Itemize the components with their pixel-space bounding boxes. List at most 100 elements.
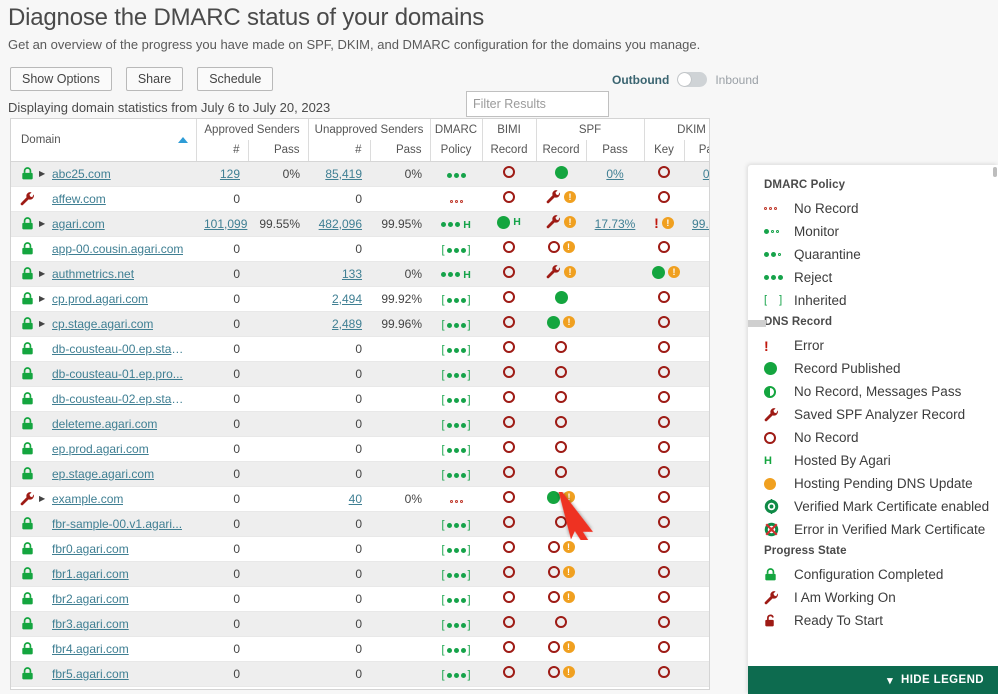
unapproved-senders-link[interactable]: 40 bbox=[349, 492, 362, 506]
table-cell-domain[interactable]: ▶ep.stage.agari.com bbox=[11, 461, 196, 487]
dkim-pass-link[interactable]: 99.52% bbox=[692, 217, 709, 231]
unapproved-senders-link[interactable]: 133 bbox=[342, 267, 362, 281]
col-header-bimi[interactable]: BIMI bbox=[482, 119, 537, 140]
table-cell-unapproved-count[interactable]: 482,096 bbox=[308, 211, 371, 237]
col-subheader-dmarc-policy[interactable]: Policy bbox=[430, 140, 483, 162]
col-header-domain[interactable]: Domain bbox=[11, 119, 197, 162]
table-cell-dkim-pass[interactable]: 0% bbox=[684, 161, 709, 187]
table-cell-domain[interactable]: ▶fbr0.agari.com bbox=[11, 536, 196, 562]
col-subheader-approved-count[interactable]: # bbox=[196, 140, 249, 162]
domain-link[interactable]: fbr0.agari.com bbox=[52, 542, 129, 556]
expand-row-icon[interactable]: ▶ bbox=[39, 269, 48, 278]
table-row[interactable]: ▶db-cousteau-02.ep.stag...00[] bbox=[11, 386, 709, 412]
domain-link[interactable]: fbr2.agari.com bbox=[52, 592, 129, 606]
unapproved-senders-link[interactable]: 2,489 bbox=[332, 317, 362, 331]
toggle-switch[interactable] bbox=[677, 72, 708, 87]
scrollbar-thumb[interactable] bbox=[993, 167, 997, 177]
table-row[interactable]: ▶ abc25.com 129 0% 85,419 0% 0% 0% bbox=[11, 161, 709, 187]
filter-results-input[interactable] bbox=[466, 91, 609, 117]
table-row[interactable]: ▶db-cousteau-00.ep.stag...00[] bbox=[11, 336, 709, 362]
expand-row-icon[interactable]: ▶ bbox=[39, 494, 48, 503]
table-cell-domain[interactable]: ▶db-cousteau-02.ep.stag... bbox=[11, 386, 196, 412]
expand-row-icon[interactable]: ▶ bbox=[39, 294, 48, 303]
schedule-button[interactable]: Schedule bbox=[197, 67, 274, 91]
legend-horizontal-scrollbar[interactable] bbox=[748, 320, 998, 328]
table-row[interactable]: ▶ep.prod.agari.com00[] bbox=[11, 436, 709, 462]
unapproved-senders-link[interactable]: 2,494 bbox=[332, 292, 362, 306]
table-row[interactable]: ▶ep.stage.agari.com00[] bbox=[11, 461, 709, 487]
domain-link[interactable]: fbr-sample-00.v1.agari... bbox=[52, 517, 182, 531]
col-header-approved-senders[interactable]: Approved Senders bbox=[196, 119, 309, 140]
domain-link[interactable]: cp.stage.agari.com bbox=[52, 317, 153, 331]
col-header-unapproved-senders[interactable]: Unapproved Senders bbox=[308, 119, 431, 140]
table-row[interactable]: ▶ cp.stage.agari.com 0 2,489 99.96% []! bbox=[11, 311, 709, 337]
table-row[interactable]: ▶ authmetrics.net 0 133 0% H!! bbox=[11, 261, 709, 287]
dkim-pass-link[interactable]: 0% bbox=[703, 167, 709, 181]
domain-link[interactable]: deleteme.agari.com bbox=[52, 417, 157, 431]
table-cell-domain[interactable]: ▶db-cousteau-00.ep.stag... bbox=[11, 336, 196, 362]
domain-link[interactable]: app-00.cousin.agari.com bbox=[52, 242, 183, 256]
table-row[interactable]: ▶fbr5.agari.com00[]! bbox=[11, 661, 709, 687]
col-header-spf[interactable]: SPF bbox=[536, 119, 645, 140]
col-subheader-spf-pass[interactable]: Pass bbox=[586, 140, 645, 162]
table-cell-domain[interactable]: ▶ abc25.com bbox=[11, 161, 196, 187]
table-row[interactable]: ▶fbr-sample-00.v1.agari...00[] bbox=[11, 511, 709, 537]
share-button[interactable]: Share bbox=[125, 67, 184, 91]
col-header-dmarc[interactable]: DMARC bbox=[430, 119, 483, 140]
domain-link[interactable]: db-cousteau-02.ep.stag... bbox=[52, 392, 188, 406]
table-cell-domain[interactable]: ▶ example.com bbox=[11, 486, 196, 512]
domain-link[interactable]: cp.prod.agari.com bbox=[52, 292, 148, 306]
col-subheader-bimi-record[interactable]: Record bbox=[482, 140, 537, 162]
spf-pass-link[interactable]: 0% bbox=[606, 167, 623, 181]
table-cell-unapproved-count[interactable]: 40 bbox=[308, 486, 371, 512]
table-cell-unapproved-count[interactable]: 2,494 bbox=[308, 286, 371, 312]
table-cell-spf-pass[interactable]: 0% bbox=[586, 161, 645, 187]
expand-row-icon[interactable]: ▶ bbox=[39, 219, 48, 228]
col-header-dkim[interactable]: DKIM bbox=[644, 119, 709, 140]
col-subheader-unapproved-pass[interactable]: Pass bbox=[370, 140, 431, 162]
col-subheader-approved-pass[interactable]: Pass bbox=[248, 140, 309, 162]
table-cell-domain[interactable]: ▶ cp.prod.agari.com bbox=[11, 286, 196, 312]
domain-link[interactable]: authmetrics.net bbox=[52, 267, 134, 281]
table-cell-domain[interactable]: ▶fbr-sample-00.v1.agari... bbox=[11, 511, 196, 537]
table-cell-domain[interactable]: ▶ agari.com bbox=[11, 211, 196, 237]
col-subheader-unapproved-count[interactable]: # bbox=[308, 140, 371, 162]
expand-row-icon[interactable]: ▶ bbox=[39, 319, 48, 328]
table-row[interactable]: ▶fbr0.agari.com00[]! bbox=[11, 536, 709, 562]
approved-senders-link[interactable]: 101,099 bbox=[204, 217, 247, 231]
table-cell-domain[interactable]: ▶fbr2.agari.com bbox=[11, 586, 196, 612]
domain-link[interactable]: fbr3.agari.com bbox=[52, 617, 129, 631]
table-row[interactable]: ▶affew.com00! bbox=[11, 186, 709, 212]
table-row[interactable]: ▶deleteme.agari.com00[] bbox=[11, 411, 709, 437]
table-row[interactable]: ▶fbr3.agari.com00[] bbox=[11, 611, 709, 637]
table-cell-unapproved-count[interactable]: 133 bbox=[308, 261, 371, 287]
direction-toggle[interactable]: Outbound Inbound bbox=[612, 72, 759, 87]
table-cell-domain[interactable]: ▶fbr5.agari.com bbox=[11, 661, 196, 687]
table-row[interactable]: ▶ agari.com 101,099 99.55% 482,096 99.95% H H! 1… bbox=[11, 211, 709, 237]
table-cell-domain[interactable]: ▶ cp.stage.agari.com bbox=[11, 311, 196, 337]
col-subheader-dkim-pass[interactable]: Pass bbox=[684, 140, 709, 162]
table-row[interactable]: ▶app-00.cousin.agari.com00[]! bbox=[11, 236, 709, 262]
table-cell-domain[interactable]: ▶ep.prod.agari.com bbox=[11, 436, 196, 462]
table-row[interactable]: ▶fbr2.agari.com00[]! bbox=[11, 586, 709, 612]
domain-link[interactable]: affew.com bbox=[52, 192, 106, 206]
table-cell-domain[interactable]: ▶db-cousteau-01.ep.pro... bbox=[11, 361, 196, 387]
domain-link[interactable]: abc25.com bbox=[52, 167, 111, 181]
domain-link[interactable]: example.com bbox=[52, 492, 123, 506]
table-cell-domain[interactable]: ▶deleteme.agari.com bbox=[11, 411, 196, 437]
table-cell-dkim-pass[interactable]: 99.52% bbox=[684, 211, 709, 237]
hide-legend-button[interactable]: ▾ HIDE LEGEND bbox=[748, 666, 998, 694]
legend-vertical-scrollbar[interactable] bbox=[992, 165, 998, 694]
table-row[interactable]: ▶fbr4.agari.com00[]! bbox=[11, 636, 709, 662]
table-row[interactable]: ▶db-cousteau-01.ep.pro...00[] bbox=[11, 361, 709, 387]
table-cell-unapproved-count[interactable]: 85,419 bbox=[308, 161, 371, 187]
domain-link[interactable]: fbr1.agari.com bbox=[52, 567, 129, 581]
unapproved-senders-link[interactable]: 85,419 bbox=[325, 167, 362, 181]
table-cell-spf-pass[interactable]: 17.73% bbox=[586, 211, 645, 237]
approved-senders-link[interactable]: 129 bbox=[220, 167, 240, 181]
expand-row-icon[interactable]: ▶ bbox=[39, 169, 48, 178]
table-cell-domain[interactable]: ▶fbr4.agari.com bbox=[11, 636, 196, 662]
unapproved-senders-link[interactable]: 482,096 bbox=[319, 217, 362, 231]
domain-link[interactable]: fbr4.agari.com bbox=[52, 642, 129, 656]
table-row[interactable]: ▶fbr1.agari.com00[]! bbox=[11, 561, 709, 587]
